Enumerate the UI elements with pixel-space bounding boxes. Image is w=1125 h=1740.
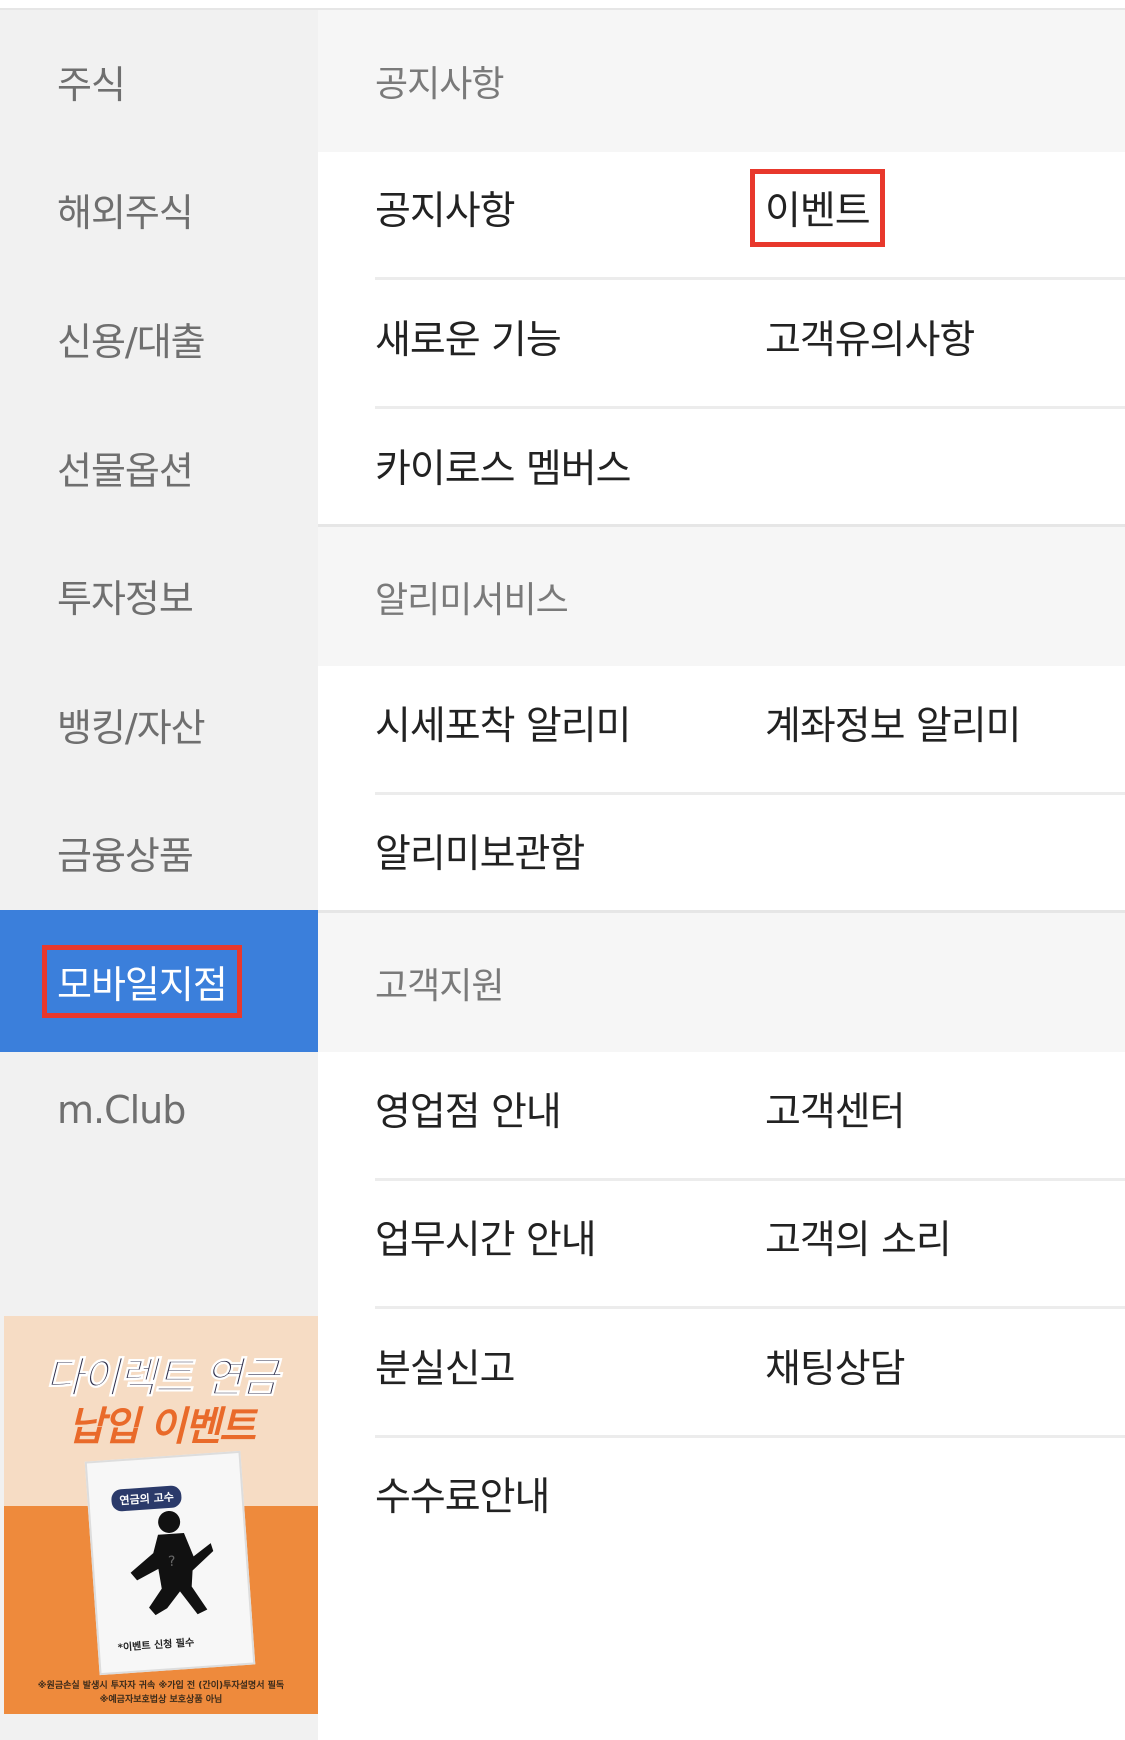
- banner-card-note: *이벤트 신청 필수: [117, 1637, 195, 1654]
- banner-card: 연금의 고수 ? *이벤트 신청 필수: [84, 1450, 256, 1676]
- menu-row: 업무시간 안내 고객의 소리: [375, 1167, 1125, 1309]
- menu-item-label: 이벤트: [750, 168, 885, 247]
- menu-row: 새로운 기능 고객유의사항: [375, 267, 1125, 409]
- ninja-silhouette-icon: ?: [130, 1510, 214, 1616]
- category-label: 모바일지점: [42, 944, 242, 1018]
- menu-item-chat-consult[interactable]: 채팅상담: [765, 1296, 906, 1435]
- menu-item-label: 고객센터: [765, 1089, 906, 1135]
- section-header-customer-support: 고객지원: [318, 910, 1125, 1052]
- menu-item-fee-info[interactable]: 수수료안내: [375, 1424, 550, 1563]
- menu-row: 공지사항 이벤트: [375, 138, 1125, 280]
- menu-item-label: 알리미보관함: [375, 831, 585, 877]
- category-overseas-stock[interactable]: 해외주식: [0, 138, 318, 280]
- category-investment-info[interactable]: 투자정보: [0, 524, 318, 666]
- menu-item-new-features[interactable]: 새로운 기능: [375, 267, 562, 406]
- menu-item-label: 계좌정보 알리미: [765, 703, 1022, 749]
- category-label: 주식: [57, 62, 126, 107]
- menu-item-label: 고객유의사항: [765, 317, 975, 363]
- category-label: 투자정보: [57, 576, 194, 621]
- menu-item-label: 채팅상담: [765, 1346, 906, 1392]
- menu-item-alert-storage[interactable]: 알리미보관함: [375, 781, 585, 920]
- category-label: 신용/대출: [57, 319, 206, 364]
- menu-item-label: 시세포착 알리미: [375, 703, 632, 749]
- promo-banner[interactable]: 다이렉트 연금 납입 이벤트 연금의 고수 ? *이벤트 신청 필수 ※원금손실…: [4, 1316, 318, 1714]
- menu-item-customer-center[interactable]: 고객센터: [765, 1039, 906, 1178]
- menu-item-label: 분실신고: [375, 1346, 516, 1392]
- svg-text:?: ?: [168, 1554, 177, 1570]
- category-mobile-branch[interactable]: 모바일지점: [0, 910, 318, 1052]
- menu-row: 분실신고 채팅상담: [375, 1296, 1125, 1438]
- menu-item-label: 고객의 소리: [765, 1217, 952, 1263]
- menu-item-label: 수수료안내: [375, 1474, 550, 1520]
- category-mclub[interactable]: m.Club: [0, 1039, 318, 1181]
- menu-row: 카이로스 멤버스: [375, 396, 1125, 538]
- menu-item-notices[interactable]: 공지사항: [375, 138, 516, 277]
- category-label: 해외주식: [57, 190, 194, 235]
- menu-item-label: 공지사항: [375, 188, 516, 234]
- menu-item-kairos-members[interactable]: 카이로스 멤버스: [375, 396, 632, 535]
- banner-title-line2: 납입 이벤트: [68, 1404, 256, 1450]
- top-divider: [0, 0, 1125, 10]
- category-stock[interactable]: 주식: [0, 10, 318, 152]
- menu-item-label: 새로운 기능: [375, 317, 562, 363]
- menu-item-label: 업무시간 안내: [375, 1217, 597, 1263]
- menu-item-account-alert[interactable]: 계좌정보 알리미: [765, 653, 1022, 792]
- category-banking-assets[interactable]: 뱅킹/자산: [0, 653, 318, 795]
- menu-item-business-hours[interactable]: 업무시간 안내: [375, 1167, 597, 1306]
- menu-row: 시세포착 알리미 계좌정보 알리미: [375, 653, 1125, 795]
- section-header-alert-service: 알리미서비스: [318, 524, 1125, 666]
- menu-item-label: 카이로스 멤버스: [375, 446, 632, 492]
- category-financial-products[interactable]: 금융상품: [0, 781, 318, 923]
- menu-item-customer-voice[interactable]: 고객의 소리: [765, 1167, 952, 1306]
- menu-item-events[interactable]: 이벤트: [750, 138, 885, 277]
- menu-row: 알리미보관함: [375, 781, 1125, 923]
- category-credit-loan[interactable]: 신용/대출: [0, 267, 318, 409]
- banner-fine-print: ※원금손실 발생시 투자자 귀속 ※가입 전 (간이)투자설명서 필독: [37, 1681, 285, 1691]
- menu-item-branch-info[interactable]: 영업점 안내: [375, 1039, 562, 1178]
- menu-row: 영업점 안내 고객센터: [375, 1039, 1125, 1181]
- category-futures-options[interactable]: 선물옵션: [0, 396, 318, 538]
- submenu-panel: 공지사항 공지사항 이벤트 새로운 기능 고객유의사항 카이로스 멤버스 알리미…: [318, 10, 1125, 1740]
- category-label: 금융상품: [57, 833, 194, 878]
- section-header-notices: 공지사항: [318, 10, 1125, 152]
- menu-item-price-alert[interactable]: 시세포착 알리미: [375, 653, 632, 792]
- menu-row: 수수료안내: [375, 1424, 1125, 1566]
- banner-fine-print: ※예금자보호법상 보호상품 아님: [99, 1695, 223, 1705]
- category-label: 뱅킹/자산: [57, 705, 206, 750]
- menu-item-loss-report[interactable]: 분실신고: [375, 1296, 516, 1435]
- category-label: 선물옵션: [57, 448, 194, 493]
- menu-item-customer-notices[interactable]: 고객유의사항: [765, 267, 975, 406]
- menu-item-label: 영업점 안내: [375, 1089, 562, 1135]
- category-label: m.Club: [57, 1088, 186, 1132]
